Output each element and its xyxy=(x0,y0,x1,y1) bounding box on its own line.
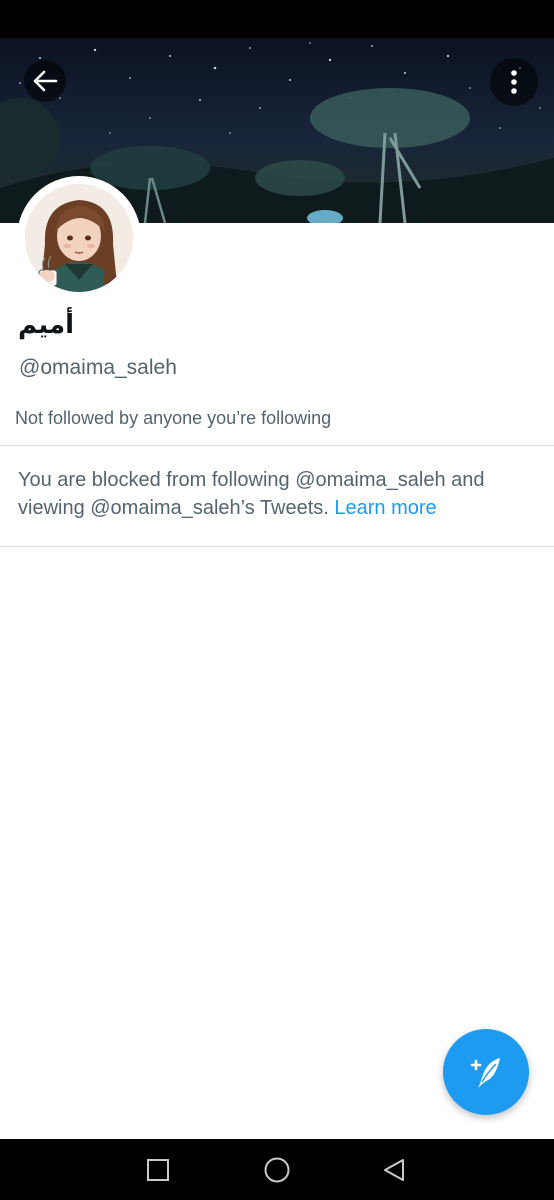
blocked-notice: You are blocked from following @omaima_s… xyxy=(18,466,538,522)
profile-display-name: أميم xyxy=(18,310,75,340)
system-back-button[interactable] xyxy=(377,1153,411,1187)
more-options-button[interactable] xyxy=(490,58,538,106)
home-button[interactable] xyxy=(260,1153,294,1187)
divider xyxy=(0,445,554,446)
system-navigation-bar xyxy=(0,1139,554,1200)
compose-tweet-button[interactable] xyxy=(443,1029,529,1115)
recent-apps-button[interactable] xyxy=(141,1153,175,1187)
learn-more-link[interactable]: Learn more xyxy=(334,497,436,519)
followed-by-text: Not followed by anyone you’re following xyxy=(15,408,332,428)
compose-tweet-icon xyxy=(470,1058,500,1088)
triangle-back-icon xyxy=(384,1159,404,1181)
avatar xyxy=(25,184,133,292)
status-bar xyxy=(0,0,554,38)
arrow-left-icon xyxy=(33,70,58,92)
profile-avatar[interactable] xyxy=(17,176,141,300)
back-button[interactable] xyxy=(24,60,66,102)
more-vertical-icon xyxy=(511,70,517,94)
circle-icon xyxy=(264,1157,290,1183)
profile-handle: @omaima_saleh xyxy=(19,356,177,379)
square-icon xyxy=(147,1159,169,1181)
divider xyxy=(0,546,554,547)
